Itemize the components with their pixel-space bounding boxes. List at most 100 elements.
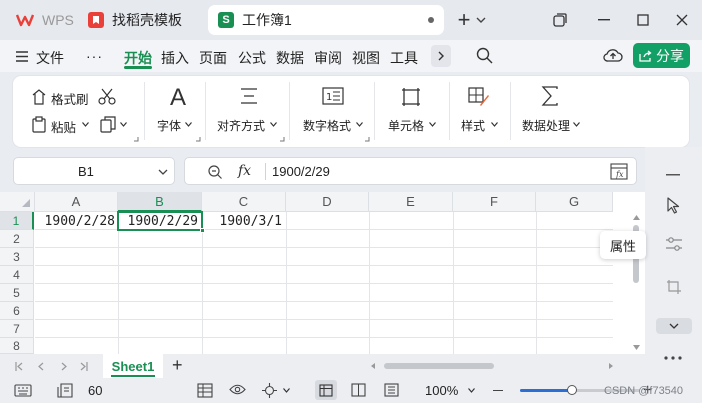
menu-insert[interactable]: 插入 xyxy=(161,48,189,68)
data-processing-label: 数据处理 xyxy=(522,119,571,133)
menu-review[interactable]: 审阅 xyxy=(314,48,342,68)
spreadsheet-grid[interactable]: A B C D E F G 1 2 3 4 5 6 7 8 1900/2/28 … xyxy=(0,192,645,354)
menu-page[interactable]: 页面 xyxy=(199,48,227,68)
more-options-icon[interactable] xyxy=(664,356,682,360)
number-format-chevron-icon xyxy=(356,122,363,127)
close-window-button[interactable] xyxy=(670,8,694,32)
expand-formula-icon[interactable]: fx xyxy=(610,163,628,180)
eye-view-icon[interactable] xyxy=(229,384,246,395)
row-header-5[interactable]: 5 xyxy=(0,284,34,302)
collapse-panel-icon[interactable] xyxy=(666,174,680,176)
new-tab-button[interactable]: + xyxy=(452,7,476,32)
row-header-2[interactable]: 2 xyxy=(0,230,34,248)
page-layout-view-icon[interactable] xyxy=(351,383,366,397)
scroll-left-small-icon[interactable] xyxy=(371,363,375,369)
sheet-tab-sheet1[interactable]: Sheet1 xyxy=(103,354,163,378)
menu-data[interactable]: 数据 xyxy=(276,48,304,68)
grid-layout-icon[interactable] xyxy=(197,383,213,398)
column-header-d[interactable]: D xyxy=(286,192,369,212)
select-cursor-icon[interactable] xyxy=(666,197,682,214)
column-header-b[interactable]: B xyxy=(118,192,202,212)
formula-value[interactable]: 1900/2/29 xyxy=(272,164,330,179)
cell-b1-selected[interactable]: 1900/2/29 xyxy=(117,211,203,231)
search-icon[interactable] xyxy=(476,47,493,64)
minimize-button[interactable] xyxy=(592,8,616,32)
tab-dot-icon[interactable] xyxy=(428,17,434,23)
crosshair-locate-icon[interactable] xyxy=(262,383,277,398)
font-letter-icon: A xyxy=(170,84,187,111)
restore-window-icon[interactable] xyxy=(548,8,572,32)
zoom-value[interactable]: 100% xyxy=(425,383,458,398)
cut-scissors-icon[interactable] xyxy=(98,88,116,105)
select-all-corner[interactable] xyxy=(0,192,35,212)
column-header-g[interactable]: G xyxy=(536,192,613,212)
menu-file[interactable]: 文件 xyxy=(36,48,64,68)
svg-text:fx: fx xyxy=(615,170,624,179)
fx-function-icon[interactable]: fx xyxy=(238,163,251,179)
clipboard-expand-icon[interactable] xyxy=(133,136,139,142)
column-header-a[interactable]: A xyxy=(35,192,118,212)
menu-scroll-right-button[interactable] xyxy=(431,45,451,67)
normal-view-button[interactable] xyxy=(315,380,337,400)
row-header-6[interactable]: 6 xyxy=(0,302,34,320)
share-button[interactable]: 分享 xyxy=(633,43,690,68)
zoom-out-button[interactable] xyxy=(493,390,503,392)
tab-list-chevron-icon[interactable] xyxy=(474,8,488,32)
prev-sheet-icon[interactable] xyxy=(38,362,44,371)
scroll-right-small-icon[interactable] xyxy=(609,363,613,369)
row-header-4[interactable]: 4 xyxy=(0,266,34,284)
add-sheet-button[interactable]: + xyxy=(172,355,183,376)
maximize-button[interactable] xyxy=(631,8,655,32)
copy-button[interactable] xyxy=(100,116,130,134)
number-format-expand-icon[interactable] xyxy=(364,136,370,142)
first-sheet-icon[interactable] xyxy=(15,362,23,371)
menu-formula[interactable]: 公式 xyxy=(238,48,266,68)
number-format-group-button[interactable]: 1 数字格式 xyxy=(298,84,370,136)
cloud-upload-icon[interactable] xyxy=(603,47,623,63)
column-header-f[interactable]: F xyxy=(453,192,536,212)
panel-expand-button[interactable] xyxy=(656,318,692,334)
paste-button[interactable]: 粘贴 xyxy=(31,116,93,135)
menu-tools[interactable]: 工具 xyxy=(390,48,418,68)
data-processing-group-button[interactable]: 数据处理 xyxy=(519,84,585,136)
column-header-e[interactable]: E xyxy=(369,192,453,212)
row-header-3[interactable]: 3 xyxy=(0,248,34,266)
font-expand-icon[interactable] xyxy=(195,136,201,142)
tab-docer[interactable]: 找稻壳模板 xyxy=(78,5,202,35)
cell-group-button[interactable]: 单元格 xyxy=(383,84,443,136)
format-painter-button[interactable]: 格式刷 xyxy=(31,88,97,107)
cell-c1[interactable]: 1900/3/1 xyxy=(202,212,286,230)
font-group-button[interactable]: A 字体 xyxy=(154,84,204,136)
row-header-1[interactable]: 1 xyxy=(0,212,34,230)
page-break-view-icon[interactable] xyxy=(384,383,399,397)
next-sheet-icon[interactable] xyxy=(61,362,67,371)
tab-workbook[interactable]: S 工作簿1 xyxy=(208,5,444,35)
menu-view[interactable]: 视图 xyxy=(352,48,380,68)
style-group-button[interactable]: 样式 xyxy=(457,84,507,136)
menu-more[interactable]: ··· xyxy=(86,48,103,64)
page-icon[interactable] xyxy=(57,383,73,398)
formula-input-area[interactable]: fx 1900/2/29 fx xyxy=(184,157,637,185)
alignment-expand-icon[interactable] xyxy=(279,136,285,142)
menu-bar: 文件 ··· 开始 插入 页面 公式 数据 审阅 视图 工具 分享 xyxy=(0,40,702,72)
last-sheet-icon[interactable] xyxy=(80,362,88,371)
alignment-group-button[interactable]: 对齐方式 xyxy=(213,84,285,136)
hamburger-menu-icon[interactable] xyxy=(16,51,28,62)
zoom-chevron-icon[interactable] xyxy=(468,388,475,393)
cell-a1[interactable]: 1900/2/28 xyxy=(35,212,118,230)
column-header-c[interactable]: C xyxy=(202,192,286,212)
zoom-slider-thumb[interactable] xyxy=(567,385,577,395)
row-header-8[interactable]: 8 xyxy=(0,338,34,354)
properties-sliders-icon[interactable] xyxy=(665,236,683,252)
menu-home[interactable]: 开始 xyxy=(124,48,152,68)
tab-wps[interactable]: WPS xyxy=(6,5,74,35)
locate-chevron-icon[interactable] xyxy=(283,388,290,393)
sheet-tab-label: Sheet1 xyxy=(111,358,155,374)
name-box-chevron-icon[interactable] xyxy=(158,169,168,175)
arrange-icon[interactable] xyxy=(666,279,682,295)
horizontal-scrollbar[interactable] xyxy=(384,363,494,369)
name-box[interactable]: B1 xyxy=(13,157,175,185)
row-header-7[interactable]: 7 xyxy=(0,320,34,338)
zoom-formula-icon[interactable] xyxy=(207,164,223,180)
accessibility-icon[interactable] xyxy=(14,384,32,397)
